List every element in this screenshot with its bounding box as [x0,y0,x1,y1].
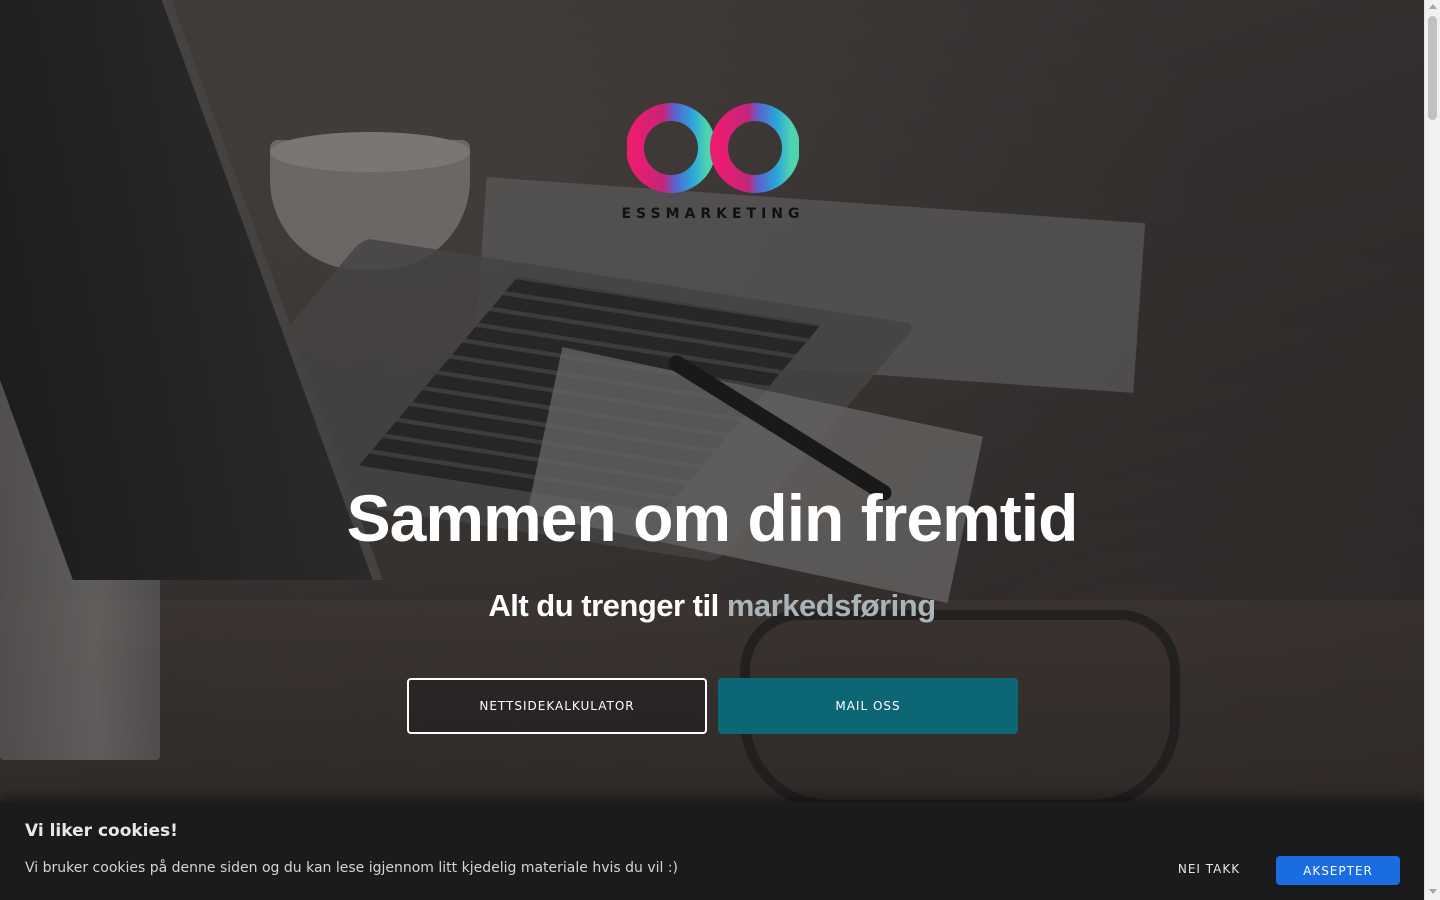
scrollbar-thumb[interactable] [1428,16,1437,120]
cookie-banner: Vi liker cookies! Vi bruker cookies på d… [0,802,1424,900]
arrow-up-icon[interactable] [1429,4,1437,9]
brand-logo[interactable]: ESSMARKETING [610,96,816,222]
hero-subtitle-accent: markedsføring [726,588,936,623]
hero-subtitle-text: Alt du trenger til [488,588,727,623]
arrow-down-icon[interactable] [1429,889,1437,894]
website-calculator-button[interactable]: NETTSIDEKALKULATOR [407,678,707,734]
cookie-text: Vi bruker cookies på denne siden og du k… [25,860,679,876]
mail-us-label: MAIL OSS [835,699,901,713]
infinity-logo-icon [627,103,799,193]
hero-subtitle: Alt du trenger til markedsføring [0,588,1424,624]
cookie-title: Vi liker cookies! [25,821,178,841]
mail-us-button[interactable]: MAIL OSS [718,678,1018,734]
page: ESSMARKETING Sammen om din fremtid Alt d… [0,0,1424,900]
cookie-accept-button[interactable]: AKSEPTER [1276,856,1400,885]
brand-name: ESSMARKETING [621,206,805,222]
vertical-scrollbar[interactable] [1424,0,1440,900]
website-calculator-label: NETTSIDEKALKULATOR [479,699,635,713]
cookie-decline-button[interactable]: NEI TAKK [1168,856,1250,882]
hero-title: Sammen om din fremtid [346,481,1079,555]
